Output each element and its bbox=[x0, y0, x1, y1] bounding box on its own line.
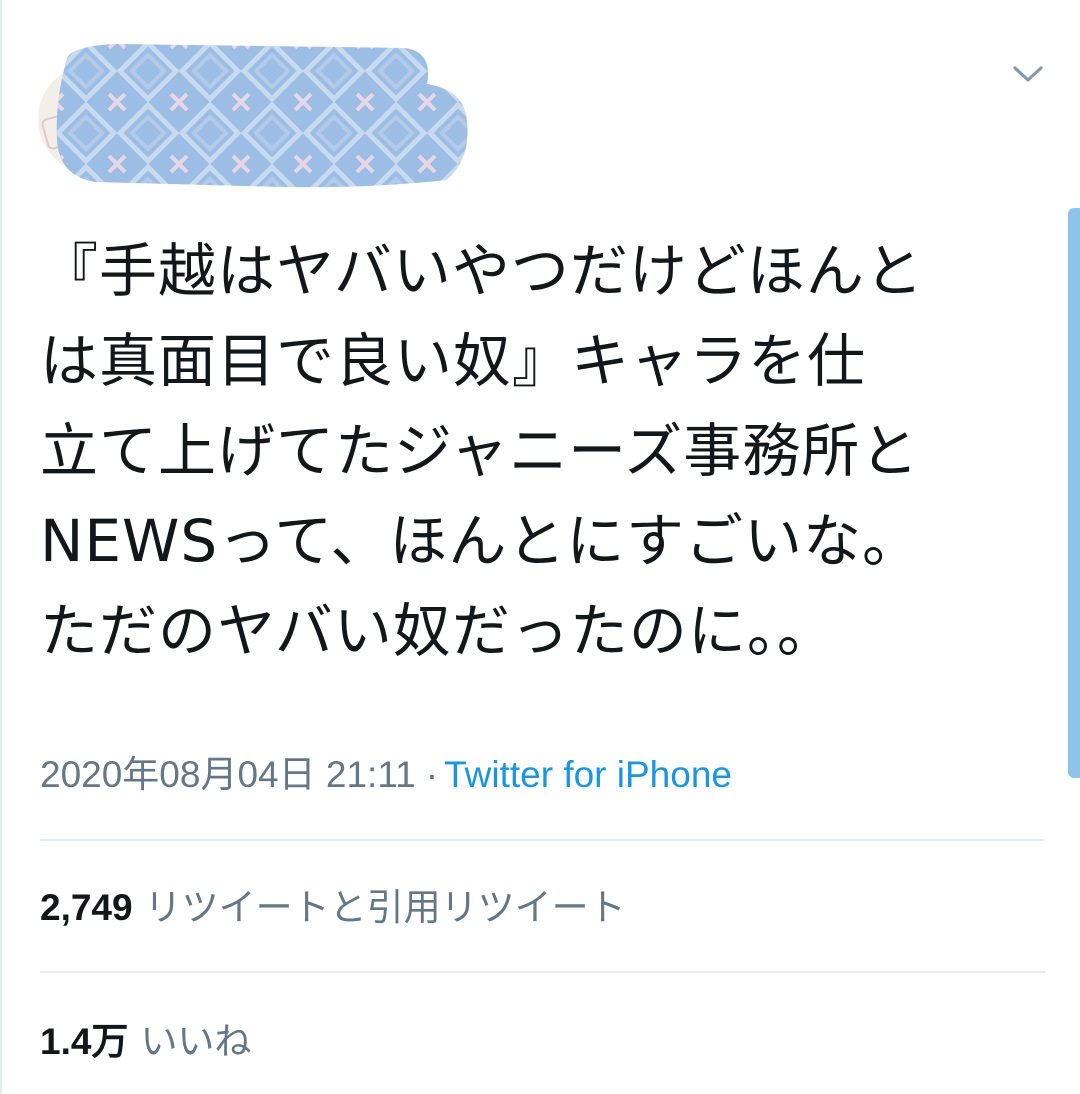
chevron-down-icon bbox=[1013, 66, 1043, 82]
tweet-header bbox=[0, 0, 1080, 200]
tweet-timestamp[interactable]: 2020年08月04日 21:11 bbox=[40, 754, 416, 795]
divider bbox=[40, 971, 1045, 973]
like-count: 1.4万 bbox=[40, 1021, 129, 1062]
tweet-text-line: は真面目で良い奴』キャラを仕 bbox=[40, 327, 867, 395]
scrollbar[interactable] bbox=[1068, 208, 1080, 778]
tweet-text-line: ただのヤバい奴だったのに。。 bbox=[40, 597, 836, 665]
tweet-text: 『手越はヤバいやつだけどほんと は真面目で良い奴』キャラを仕 立て上げてたジャニ… bbox=[40, 226, 1040, 676]
retweets-stat[interactable]: 2,749 リツイートと引用リツイート bbox=[40, 878, 626, 938]
tweet-source-link[interactable]: Twitter for iPhone bbox=[444, 754, 732, 795]
tweet-menu-button[interactable] bbox=[1006, 54, 1050, 94]
likes-stat[interactable]: 1.4万 いいね bbox=[40, 1012, 251, 1072]
tweet-text-line: NEWSって、ほんとにすごいな。 bbox=[40, 507, 921, 575]
retweet-count: 2,749 bbox=[40, 887, 133, 928]
retweet-label: リツイートと引用リツイート bbox=[144, 886, 626, 929]
tweet-text-line: 立て上げてたジャニーズ事務所と bbox=[40, 417, 920, 485]
tweet-text-line: 『手越はヤバいやつだけどほんと bbox=[40, 237, 924, 305]
meta-separator: · bbox=[425, 754, 439, 795]
redacted-username bbox=[56, 44, 468, 188]
divider bbox=[40, 839, 1045, 841]
tweet-meta: 2020年08月04日 21:11 · Twitter for iPhone bbox=[40, 750, 732, 800]
like-label: いいね bbox=[140, 1020, 252, 1063]
